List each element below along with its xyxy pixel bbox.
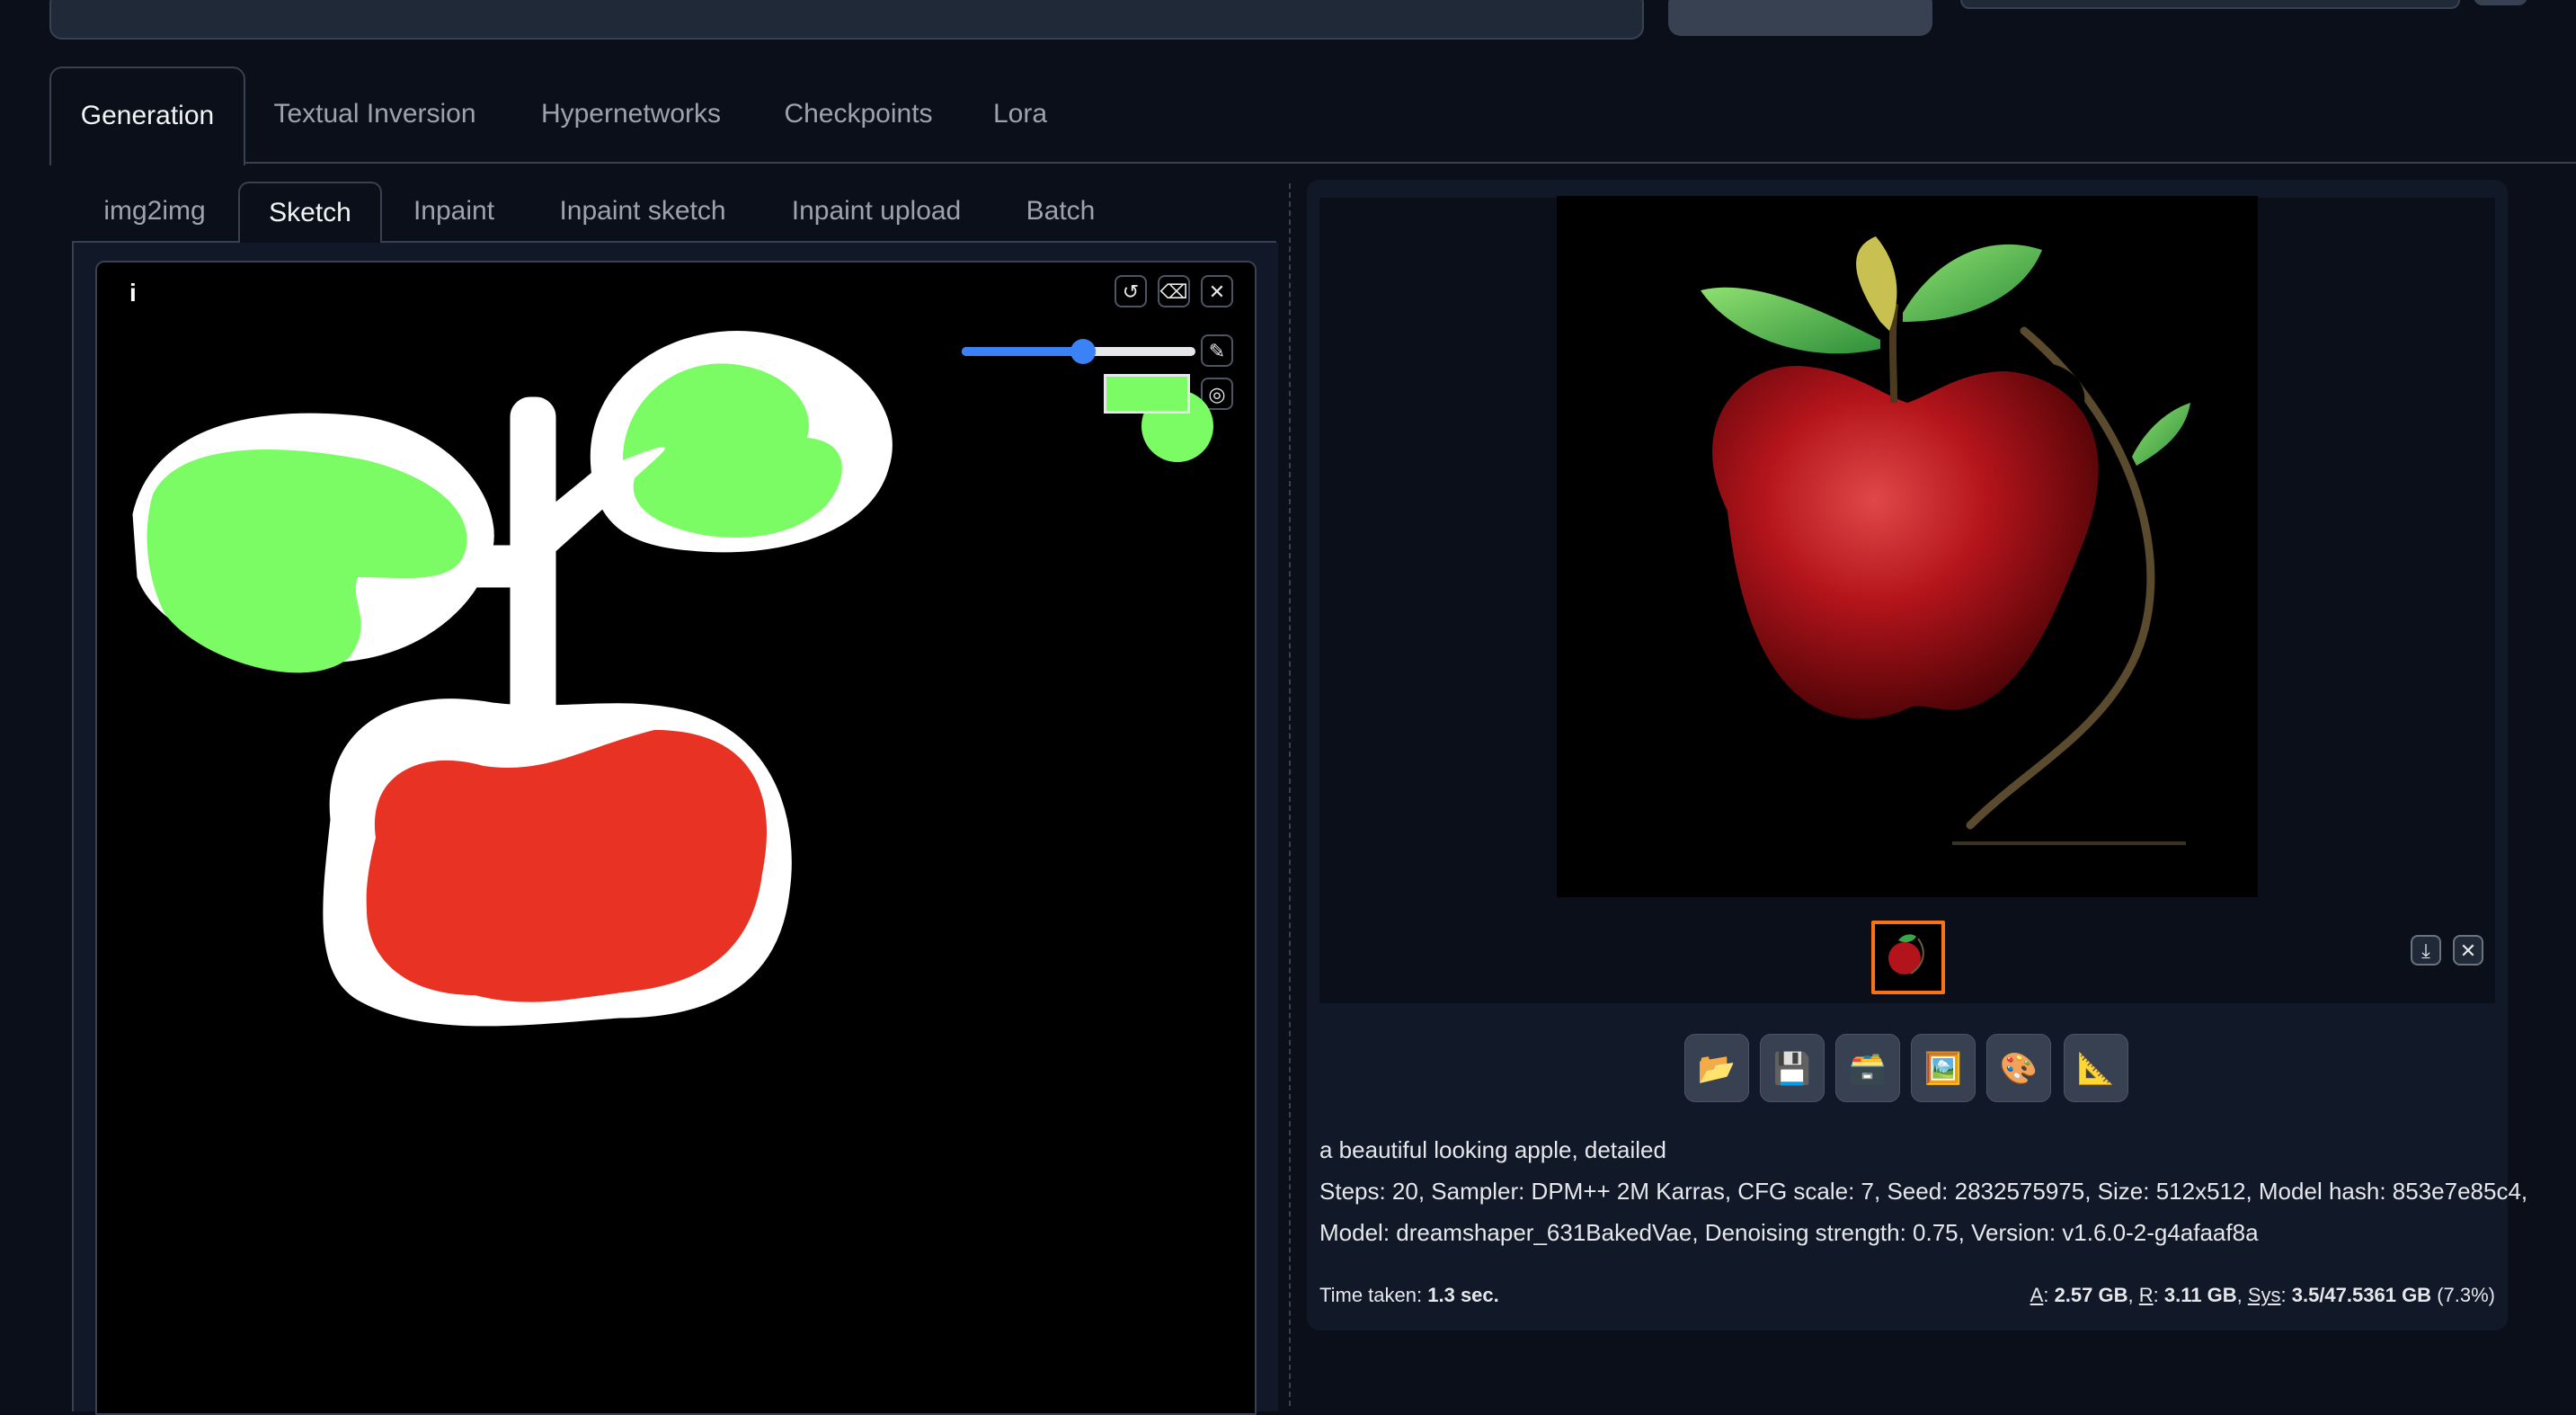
subtab-img2img[interactable]: img2img bbox=[83, 182, 227, 241]
subtab-inpaint[interactable]: Inpaint bbox=[395, 182, 512, 241]
send-to-inpaint-button[interactable]: 🎨 bbox=[1986, 1034, 2051, 1102]
thumbnail-image bbox=[1888, 934, 1924, 974]
brush-color-swatch[interactable] bbox=[1104, 374, 1190, 414]
eraser-icon[interactable]: ⌫ bbox=[1158, 275, 1190, 307]
time-taken-label: Time taken: bbox=[1319, 1284, 1423, 1306]
zip-icon: 🗃️ bbox=[1848, 1052, 1888, 1086]
mem-r-value: 3.11 GB bbox=[2163, 1284, 2237, 1306]
panel-divider bbox=[1289, 183, 1291, 1406]
mem-a-label: A bbox=[2030, 1284, 2044, 1306]
tab-textual-inversion[interactable]: Textual Inversion bbox=[253, 67, 496, 162]
memory-usage: A: 2.57 GB, R: 3.11 GB, Sys: 3.5/47.5361… bbox=[2030, 1284, 2495, 1306]
undo-icon[interactable]: ↺ bbox=[1115, 275, 1147, 307]
generate-button[interactable] bbox=[1668, 0, 1932, 36]
subtab-inpaint-upload[interactable]: Inpaint upload bbox=[773, 182, 980, 241]
sketch-drawing bbox=[132, 331, 893, 1027]
canvas-info-icon[interactable]: i bbox=[129, 279, 137, 307]
close-gallery-icon[interactable]: ✕ bbox=[2453, 935, 2483, 966]
style-refresh-button[interactable] bbox=[2474, 0, 2527, 5]
ruler-icon: 📐 bbox=[2076, 1052, 2116, 1086]
mem-sys-percent: (7.3%) bbox=[2437, 1284, 2495, 1306]
time-taken-value: 1.3 sec. bbox=[1427, 1284, 1499, 1306]
gallery-thumbnail[interactable] bbox=[1871, 921, 1945, 994]
picture-icon: 🖼️ bbox=[1923, 1052, 1963, 1086]
save-button[interactable]: 💾 bbox=[1760, 1034, 1825, 1102]
mem-sys-label: Sys bbox=[2247, 1284, 2281, 1306]
brush-icon[interactable]: ✎ bbox=[1201, 334, 1233, 367]
result-image[interactable] bbox=[1557, 196, 2258, 897]
save-icon: 💾 bbox=[1772, 1052, 1812, 1086]
subtab-batch[interactable]: Batch bbox=[1007, 182, 1115, 241]
generation-params-line1: Steps: 20, Sampler: DPM++ 2M Karras, CFG… bbox=[1319, 1178, 2528, 1205]
tab-hypernetworks[interactable]: Hypernetworks bbox=[523, 67, 739, 162]
time-taken: Time taken: 1.3 sec. bbox=[1319, 1284, 1499, 1307]
mem-sys-value: 3.5/47.5361 GB bbox=[2291, 1284, 2432, 1306]
send-to-extras-button[interactable]: 📐 bbox=[2064, 1034, 2128, 1102]
brush-size-fill bbox=[962, 347, 1084, 356]
folder-icon: 📂 bbox=[1697, 1052, 1737, 1086]
zip-button[interactable]: 🗃️ bbox=[1835, 1034, 1900, 1102]
brush-size-handle[interactable] bbox=[1070, 339, 1097, 364]
tab-lora[interactable]: Lora bbox=[980, 67, 1061, 162]
generation-prompt: a beautiful looking apple, detailed bbox=[1319, 1136, 1666, 1163]
download-icon[interactable]: ⤓ bbox=[2411, 935, 2441, 966]
send-to-img2img-button[interactable]: 🖼️ bbox=[1911, 1034, 1976, 1102]
subtab-inpaint-sketch[interactable]: Inpaint sketch bbox=[539, 182, 746, 241]
prompt-textarea[interactable] bbox=[49, 0, 1644, 40]
mem-a-value: 2.57 GB bbox=[2054, 1284, 2128, 1306]
close-icon[interactable]: ✕ bbox=[1201, 275, 1233, 307]
tab-generation[interactable]: Generation bbox=[49, 67, 245, 165]
tab-checkpoints[interactable]: Checkpoints bbox=[764, 67, 953, 162]
generation-params-line2: Model: dreamshaper_631BakedVae, Denoisin… bbox=[1319, 1219, 2259, 1246]
main-tab-bar-border bbox=[49, 162, 2576, 164]
palette-icon: 🎨 bbox=[1999, 1052, 2039, 1086]
open-folder-button[interactable]: 📂 bbox=[1684, 1034, 1749, 1102]
subtab-sketch[interactable]: Sketch bbox=[238, 182, 382, 245]
style-select[interactable] bbox=[1960, 0, 2460, 9]
mem-r-label: R bbox=[2138, 1284, 2154, 1306]
apple-image bbox=[1701, 236, 2190, 845]
brush-size-slider[interactable] bbox=[962, 339, 1195, 364]
sketch-canvas[interactable]: i ↺ ⌫ ✕ ✎ ◎ bbox=[95, 261, 1257, 1415]
